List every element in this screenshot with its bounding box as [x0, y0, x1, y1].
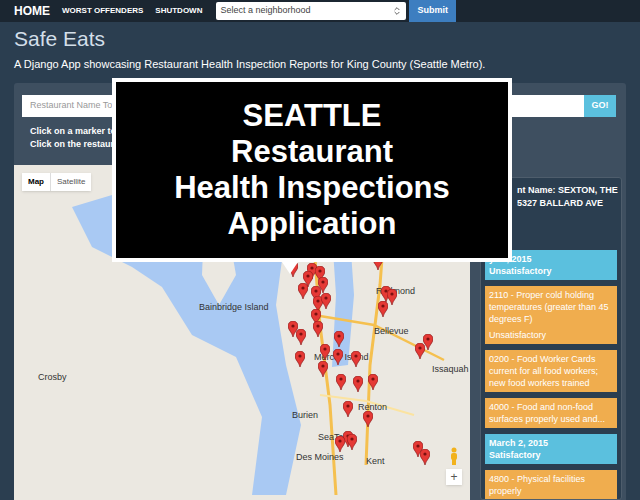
navbar: HOME WORST OFFENDERS SHUTDOWN Select a neig…: [0, 0, 640, 22]
home-link[interactable]: HOME: [14, 2, 50, 20]
overlay-line: SEATTLE: [243, 98, 382, 134]
pegman-icon[interactable]: [448, 447, 460, 465]
map-marker-icon[interactable]: [368, 374, 378, 390]
map-marker-icon[interactable]: [378, 301, 388, 317]
overlay-line: Health Inspections: [174, 170, 450, 206]
map-type-button[interactable]: Satellite: [50, 173, 91, 191]
place-label: Des Moines: [296, 451, 344, 465]
map-marker-icon[interactable]: [313, 321, 323, 337]
map-marker-icon[interactable]: [334, 331, 344, 347]
nav-link[interactable]: SHUTDOWN: [155, 5, 202, 17]
place-label: Bellevue: [374, 325, 409, 339]
violation-card: 0200 - Food Worker Cards current for all…: [485, 350, 617, 392]
map-marker-icon[interactable]: [296, 329, 306, 345]
map-marker-icon[interactable]: [347, 434, 357, 450]
map-marker-icon[interactable]: [298, 283, 308, 299]
map-type-button[interactable]: Map: [22, 173, 50, 191]
overlay-line: Restaurant: [231, 134, 393, 170]
place-label: Bainbridge Island: [199, 301, 269, 315]
map-marker-icon[interactable]: [295, 351, 305, 367]
neighborhood-select[interactable]: Select a neighborhood: [216, 2, 406, 20]
overlay-line: Application: [228, 206, 397, 242]
go-button[interactable]: GO!: [584, 95, 616, 117]
zoom-in-button[interactable]: +: [446, 469, 462, 485]
page-header: Safe Eats A Django App showcasing Restaur…: [0, 22, 640, 72]
map-marker-icon[interactable]: [353, 376, 363, 392]
map-marker-icon[interactable]: [335, 436, 345, 452]
inspection-card[interactable]: March 2, 2015Satisfactory: [485, 434, 617, 464]
title-overlay: SEATTLERestaurantHealth InspectionsAppli…: [112, 78, 512, 262]
map-marker-icon[interactable]: [387, 289, 397, 305]
violation-card: 2110 - Proper cold holding temperatures …: [485, 286, 617, 344]
place-label: Crosby: [38, 371, 67, 385]
app: HOME WORST OFFENDERS SHUTDOWN Select a neig…: [0, 0, 640, 500]
map-marker-icon[interactable]: [363, 411, 373, 427]
map-marker-icon[interactable]: [336, 374, 346, 390]
nav-link[interactable]: WORST OFFENDERS: [62, 5, 143, 17]
violation-card: 4000 - Food and non-food surfaces proper…: [485, 398, 617, 428]
map-type-control: MapSatellite: [22, 173, 91, 191]
place-label: Renton: [358, 401, 387, 415]
page-title: Safe Eats: [14, 26, 626, 52]
map-marker-icon[interactable]: [318, 361, 328, 377]
map-marker-icon[interactable]: [420, 449, 430, 465]
map-marker-icon[interactable]: [321, 293, 331, 309]
place-label: Kent: [366, 455, 385, 469]
map-marker-icon[interactable]: [415, 343, 425, 359]
submit-button[interactable]: Submit: [409, 0, 456, 22]
page-subtitle: A Django App showcasing Restaurant Healt…: [14, 56, 626, 72]
map-marker-icon[interactable]: [333, 349, 343, 365]
place-label: Burien: [292, 409, 318, 423]
map-marker-icon[interactable]: [343, 401, 353, 417]
violation-card: 4800 - Physical facilities properly: [485, 470, 617, 500]
place-label: Issaquah: [432, 363, 469, 377]
dropdown-icon: [392, 6, 402, 16]
info-window-tail: [282, 262, 298, 274]
map-marker-icon[interactable]: [351, 351, 361, 367]
map-marker-icon[interactable]: [320, 344, 330, 360]
